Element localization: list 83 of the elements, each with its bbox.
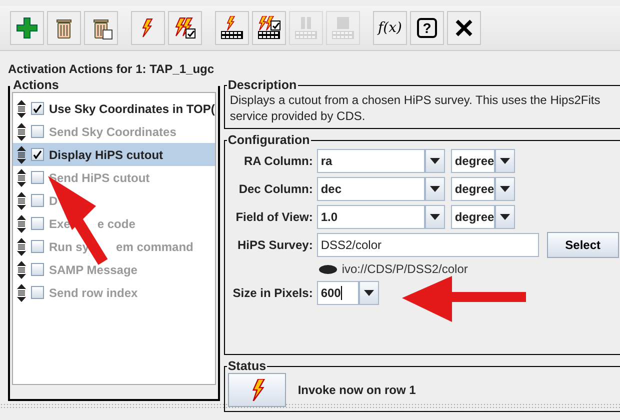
plus-icon: [15, 16, 39, 40]
checkbox[interactable]: [31, 263, 44, 276]
field-label: HiPS Survey:: [236, 238, 313, 252]
action-label: Send row index: [49, 286, 138, 300]
description-text: Displays a cutout from a chosen HiPS survey. This uses the Hips2Fits service provided by CDS.: [228, 92, 602, 125]
run-button[interactable]: [215, 11, 249, 45]
drag-handle-icon[interactable]: [17, 122, 26, 140]
field-label: Size in Pixels:: [232, 286, 313, 300]
group-title: Status: [226, 359, 268, 373]
drag-handle-icon[interactable]: [17, 168, 26, 186]
column-combo[interactable]: 1.0: [316, 205, 425, 229]
checkbox[interactable]: [31, 240, 44, 253]
checkbox[interactable]: [31, 125, 44, 138]
add-button[interactable]: [10, 11, 44, 45]
drag-handle-icon[interactable]: [17, 238, 26, 256]
action-label: D: [49, 194, 58, 208]
drag-handle-icon[interactable]: [17, 284, 26, 302]
lightning-film-icon: [220, 16, 244, 40]
checkbox[interactable]: [31, 217, 44, 230]
checkbox[interactable]: [31, 148, 44, 161]
status-text: Invoke now on row 1: [298, 383, 416, 397]
action-label: em command: [116, 240, 194, 254]
checkbox[interactable]: [31, 102, 44, 115]
drag-handle-icon[interactable]: [17, 146, 26, 164]
survey-id: ivo://CDS/P/DSS2/color: [342, 262, 468, 276]
dropdown-button[interactable]: [424, 177, 445, 201]
group-title: Actions: [12, 78, 60, 92]
caret-icon: [500, 214, 510, 220]
action-item[interactable]: Display HiPS cutout: [13, 143, 215, 166]
column-combo[interactable]: dec: [316, 177, 425, 201]
checkbox[interactable]: [31, 194, 44, 207]
action-label: e code: [97, 216, 136, 230]
caret-icon: [430, 214, 440, 220]
column-combo[interactable]: ra: [316, 149, 425, 173]
function-button[interactable]: f(x): [373, 11, 407, 45]
caret-icon: [500, 186, 510, 192]
dropdown-button[interactable]: [424, 205, 445, 229]
drag-handle-icon[interactable]: [17, 214, 26, 232]
action-label: Display HiPS cutout: [49, 148, 164, 162]
select-button[interactable]: Select: [546, 232, 619, 258]
caret-icon: [364, 290, 374, 296]
panel-title: Activation Actions for 1: TAP_1_ugc: [7, 61, 216, 78]
caret-icon: [430, 186, 440, 192]
drag-handle-icon[interactable]: [17, 260, 26, 278]
run-all-button[interactable]: [252, 11, 286, 45]
checkbox[interactable]: [31, 286, 44, 299]
action-item[interactable]: Use Sky Coordinates in TOP(: [13, 97, 215, 120]
field-label: Dec Column:: [238, 182, 313, 196]
delete-all-button[interactable]: [84, 11, 118, 45]
unit-combo[interactable]: degree: [450, 205, 495, 229]
drag-handle-icon[interactable]: [17, 100, 26, 118]
group-title: Configuration: [226, 133, 311, 147]
action-label: Use Sky Coordinates in TOP(: [49, 102, 215, 116]
drag-handle-icon[interactable]: [17, 192, 26, 210]
dropdown-button[interactable]: [494, 177, 515, 201]
survey-field[interactable]: DSS2/color: [316, 233, 539, 257]
field-label: RA Column:: [242, 154, 313, 168]
dropdown-button[interactable]: [358, 281, 379, 305]
ellipse-icon: [318, 264, 337, 274]
pause-film-icon: [294, 16, 318, 40]
stop-film-icon: [331, 16, 355, 40]
close-button[interactable]: [447, 11, 481, 45]
size-field[interactable]: 600: [316, 281, 359, 305]
field-label: Field of View:: [234, 210, 313, 224]
lightning-check-icon: [173, 16, 197, 40]
unit-combo[interactable]: degree: [450, 149, 495, 173]
invoke-button[interactable]: [131, 11, 165, 45]
dropdown-button[interactable]: [494, 205, 515, 229]
dropdown-button[interactable]: [494, 149, 515, 173]
checkbox[interactable]: [31, 171, 44, 184]
action-label: Exe: [49, 216, 70, 230]
lightning-film-icon: [257, 16, 281, 40]
group-title: Description: [226, 78, 298, 92]
dropdown-button[interactable]: [424, 149, 445, 173]
unit-combo[interactable]: degree: [450, 177, 495, 201]
invoke-button[interactable]: [228, 373, 286, 407]
action-label: SAMP Message: [49, 262, 138, 276]
help-button[interactable]: ?: [410, 11, 444, 45]
delete-button[interactable]: [47, 11, 81, 45]
action-label: Send Sky Coordinates: [49, 124, 176, 138]
caret-icon: [430, 158, 440, 164]
caret-icon: [500, 158, 510, 164]
invoke-all-button[interactable]: [168, 11, 202, 45]
